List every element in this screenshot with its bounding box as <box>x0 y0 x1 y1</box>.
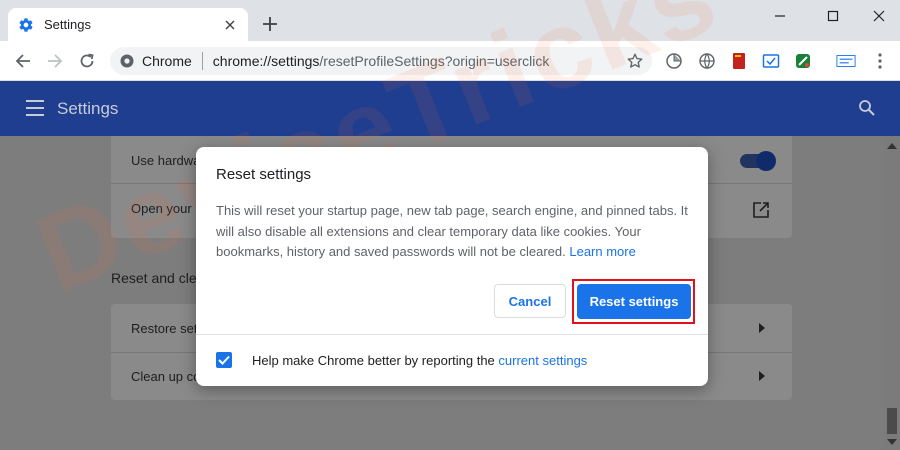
forward-arrow-icon <box>48 54 63 68</box>
maximize-icon <box>827 10 839 22</box>
extension-shield-icon[interactable] <box>664 51 684 71</box>
minimize-button[interactable] <box>770 6 790 26</box>
url-text: chrome://settings/resetProfileSettings?o… <box>213 53 550 69</box>
dialog-body: This will reset your startup page, new t… <box>216 201 692 263</box>
chrome-site-icon <box>120 54 134 68</box>
close-icon <box>873 10 885 22</box>
title-bar: Settings <box>0 0 900 41</box>
maximize-button[interactable] <box>823 6 843 26</box>
reload-button[interactable] <box>75 49 99 73</box>
back-button[interactable] <box>11 49 35 73</box>
hardware-toggle[interactable] <box>740 151 776 171</box>
dialog-title: Reset settings <box>216 166 312 183</box>
tab-title: Settings <box>44 17 91 32</box>
reload-icon <box>80 53 94 68</box>
plus-icon <box>263 17 277 31</box>
url-host: chrome://settings <box>212 53 320 69</box>
checkmark-icon <box>218 355 230 365</box>
url-path: /resetProfileSettings?origin=userclick <box>319 53 550 69</box>
chevron-right-icon[interactable] <box>758 323 766 333</box>
page-scrollbar[interactable] <box>884 136 900 450</box>
scroll-thumb[interactable] <box>887 408 897 434</box>
scroll-up-icon[interactable] <box>887 142 897 150</box>
toggle-knob <box>756 151 776 171</box>
new-tab-button[interactable] <box>260 14 280 34</box>
report-settings-label: Help make Chrome better by reporting the… <box>252 353 587 368</box>
page-title: Settings <box>57 99 119 118</box>
learn-more-link[interactable]: Learn more <box>569 244 635 259</box>
current-settings-link[interactable]: current settings <box>498 353 587 368</box>
address-bar[interactable]: Chrome chrome://settings/resetProfileSet… <box>110 47 652 75</box>
tab-close-icon[interactable] <box>222 17 238 33</box>
scroll-down-icon[interactable] <box>887 438 897 446</box>
row-label: Restore set <box>131 320 198 336</box>
chevron-right-icon[interactable] <box>758 371 766 381</box>
search-icon[interactable] <box>858 99 878 119</box>
address-separator <box>201 52 203 70</box>
row-label: Clean up co <box>131 368 201 384</box>
reset-settings-button[interactable]: Reset settings <box>577 284 691 319</box>
extension-palette-icon[interactable] <box>793 51 813 71</box>
row-label: Open your c <box>131 200 202 216</box>
open-external-icon[interactable] <box>752 201 770 219</box>
row-label: Use hardwa <box>131 152 201 168</box>
close-window-button[interactable] <box>869 6 889 26</box>
menu-hamburger-icon[interactable] <box>26 100 44 116</box>
back-arrow-icon <box>15 54 30 68</box>
dialog-divider <box>196 334 708 335</box>
bookmark-star-icon[interactable] <box>626 52 644 70</box>
extension-screenshot-icon[interactable] <box>761 51 781 71</box>
settings-header: Settings <box>0 81 900 136</box>
forward-button[interactable] <box>43 49 67 73</box>
minimize-icon <box>775 15 785 17</box>
menu-more-icon[interactable] <box>870 51 890 71</box>
extension-globe-icon[interactable] <box>697 51 717 71</box>
extension-badge-icon[interactable] <box>836 51 856 71</box>
reset-settings-dialog: Reset settings This will reset your star… <box>196 147 708 386</box>
tab-settings[interactable]: Settings <box>8 8 248 41</box>
report-settings-checkbox[interactable] <box>216 352 232 368</box>
browser-toolbar: Chrome chrome://settings/resetProfileSet… <box>0 41 900 81</box>
footer-text: Help make Chrome better by reporting the <box>252 353 495 368</box>
site-label: Chrome <box>142 53 192 69</box>
extension-book-icon[interactable] <box>729 51 749 71</box>
settings-gear-icon <box>18 17 34 33</box>
section-title-reset: Reset and cle <box>111 270 197 286</box>
cancel-button[interactable]: Cancel <box>494 284 566 318</box>
